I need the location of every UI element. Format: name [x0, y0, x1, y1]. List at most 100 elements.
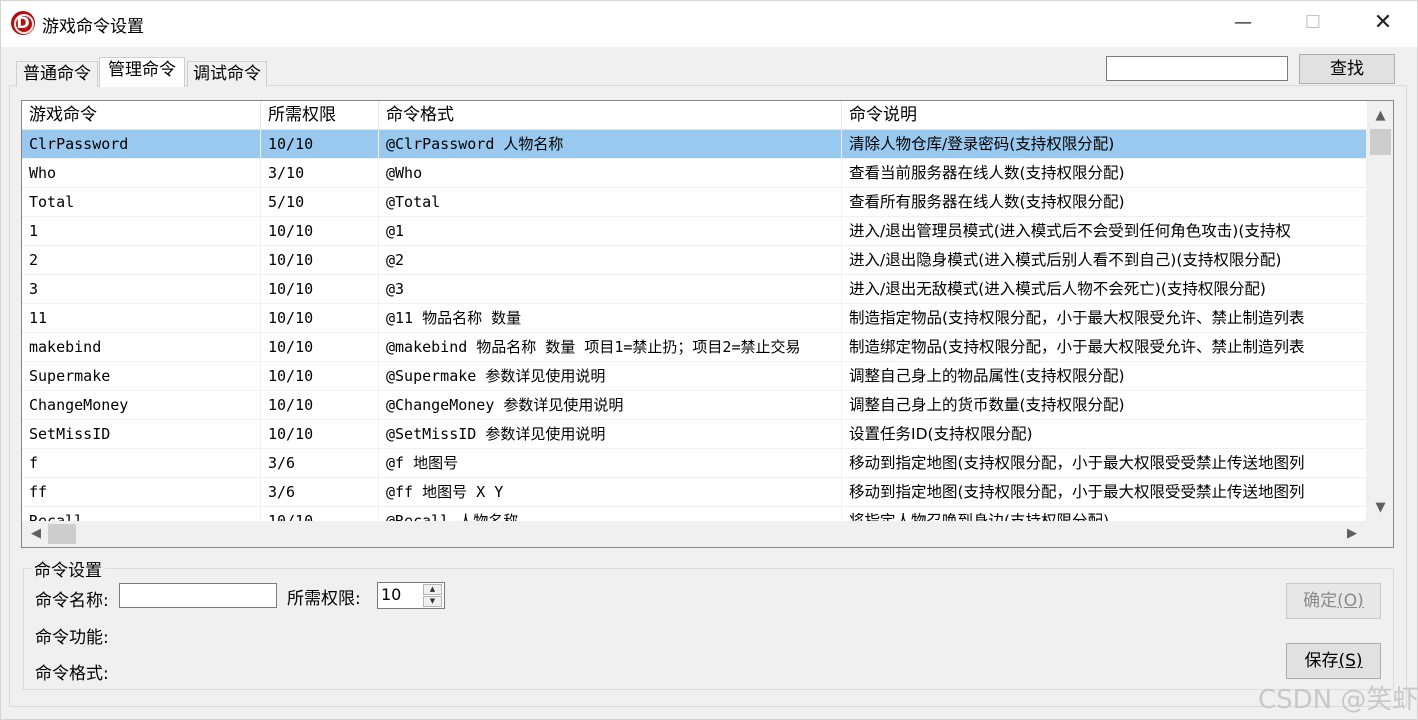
cell-permission: 10/10	[261, 507, 379, 521]
table-row[interactable]: 3 10/10 @3 进入/退出无敌模式(进入模式后人物不会死亡)(支持权限分配)	[22, 275, 1367, 304]
cell-permission: 3/6	[261, 478, 379, 506]
ok-button[interactable]: 确定(O)	[1286, 583, 1381, 619]
cell-command: 2	[22, 246, 261, 274]
cell-command: Who	[22, 159, 261, 187]
column-header-command[interactable]: 游戏命令	[22, 101, 261, 130]
title-bar[interactable]: D 游戏命令设置 — ☐ ✕	[1, 1, 1417, 47]
vertical-scroll-thumb[interactable]	[1370, 129, 1391, 155]
cell-format: @f 地图号	[379, 449, 842, 477]
ok-button-label: 确定	[1303, 591, 1338, 611]
cell-permission: 10/10	[261, 420, 379, 448]
cell-permission: 10/10	[261, 362, 379, 390]
cell-command: 11	[22, 304, 261, 332]
table-row[interactable]: Supermake 10/10 @Supermake 参数详见使用说明 调整自己身上的…	[22, 362, 1367, 391]
cell-description: 移动到指定地图(支持权限分配，小于最大权限受受禁止传送地图列	[842, 449, 1367, 477]
column-header-format[interactable]: 命令格式	[379, 101, 842, 130]
tab-normal-commands[interactable]: 普通命令	[16, 61, 98, 87]
watermark: CSDN @笑虾	[1258, 685, 1418, 715]
cell-command: Recall	[22, 507, 261, 521]
column-header-permission[interactable]: 所需权限	[261, 101, 379, 130]
cell-description: 查看当前服务器在线人数(支持权限分配)	[842, 159, 1367, 187]
command-format-label: 命令格式:	[35, 664, 109, 684]
cell-permission: 5/10	[261, 188, 379, 216]
cell-format: @ff 地图号 X Y	[379, 478, 842, 506]
cell-command: Total	[22, 188, 261, 216]
permission-value[interactable]: 10	[381, 585, 401, 604]
cell-format: @2	[379, 246, 842, 274]
command-name-label: 命令名称:	[35, 591, 109, 611]
save-hotkey: (S)	[1338, 651, 1363, 671]
ok-hotkey: (O)	[1337, 591, 1364, 611]
cell-description: 制造绑定物品(支持权限分配，小于最大权限受允许、禁止制造列表	[842, 333, 1367, 361]
cell-format: @11 物品名称 数量	[379, 304, 842, 332]
close-button[interactable]: ✕	[1348, 1, 1418, 47]
cell-description: 进入/退出管理员模式(进入模式后不会受到任何角色攻击)(支持权	[842, 217, 1367, 245]
permission-spinner[interactable]: 10 ▲ ▼	[377, 582, 445, 609]
table-body: ClrPassword 10/10 @ClrPassword 人物名称 清除人物仓库/…	[22, 130, 1367, 521]
vertical-scrollbar[interactable]: ▲ ▼	[1367, 101, 1393, 521]
command-function-label: 命令功能:	[35, 628, 109, 648]
cell-description: 清除人物仓库/登录密码(支持权限分配)	[842, 130, 1367, 158]
table-row[interactable]: 1 10/10 @1 进入/退出管理员模式(进入模式后不会受到任何角色攻击)(支持权	[22, 217, 1367, 246]
cell-format: @3	[379, 275, 842, 303]
cell-command: f	[22, 449, 261, 477]
scroll-up-icon[interactable]: ▲	[1367, 105, 1393, 127]
cell-description: 移动到指定地图(支持权限分配，小于最大权限受受禁止传送地图列	[842, 478, 1367, 506]
cell-description: 进入/退出隐身模式(进入模式后别人看不到自己)(支持权限分配)	[842, 246, 1367, 274]
cell-format: @Supermake 参数详见使用说明	[379, 362, 842, 390]
maximize-button[interactable]: ☐	[1278, 1, 1348, 47]
table-row[interactable]: Recall 10/10 @Recall 人物名称 将指定人物召唤到身边(支持权限分配…	[22, 507, 1367, 521]
cell-permission: 3/10	[261, 159, 379, 187]
cell-format: @1	[379, 217, 842, 245]
cell-command: 1	[22, 217, 261, 245]
table-row[interactable]: Who 3/10 @Who 查看当前服务器在线人数(支持权限分配)	[22, 159, 1367, 188]
cell-format: @SetMissID 参数详见使用说明	[379, 420, 842, 448]
search-input[interactable]	[1106, 56, 1288, 81]
tab-debug-commands[interactable]: 调试命令	[187, 61, 267, 87]
spin-up-icon[interactable]: ▲	[423, 584, 442, 595]
cell-command: makebind	[22, 333, 261, 361]
cell-format: @Total	[379, 188, 842, 216]
table-row[interactable]: SetMissID 10/10 @SetMissID 参数详见使用说明 设置任务ID(…	[22, 420, 1367, 449]
spin-down-icon[interactable]: ▼	[423, 596, 442, 607]
table-row[interactable]: f 3/6 @f 地图号 移动到指定地图(支持权限分配，小于最大权限受受禁止传送地图列	[22, 449, 1367, 478]
cell-command: ff	[22, 478, 261, 506]
table-header: 游戏命令 所需权限 命令格式 命令说明	[22, 101, 1367, 130]
cell-format: @ChangeMoney 参数详见使用说明	[379, 391, 842, 419]
table-row[interactable]: ChangeMoney 10/10 @ChangeMoney 参数详见使用说明 调整自…	[22, 391, 1367, 420]
cell-description: 进入/退出无敌模式(进入模式后人物不会死亡)(支持权限分配)	[842, 275, 1367, 303]
save-button-label: 保存	[1304, 651, 1339, 671]
cell-command: SetMissID	[22, 420, 261, 448]
window-title: 游戏命令设置	[42, 17, 144, 37]
horizontal-scroll-thumb[interactable]	[48, 524, 76, 544]
table-row[interactable]: 2 10/10 @2 进入/退出隐身模式(进入模式后别人看不到自己)(支持权限分配)	[22, 246, 1367, 275]
save-button[interactable]: 保存(S)	[1286, 643, 1381, 679]
table-row[interactable]: ff 3/6 @ff 地图号 X Y 移动到指定地图(支持权限分配，小于最大权限受受禁…	[22, 478, 1367, 507]
permission-label: 所需权限:	[287, 589, 361, 609]
table-row[interactable]: 11 10/10 @11 物品名称 数量 制造指定物品(支持权限分配，小于最大权限受允…	[22, 304, 1367, 333]
cell-command: Supermake	[22, 362, 261, 390]
command-name-input[interactable]	[119, 583, 277, 608]
table-row[interactable]: ClrPassword 10/10 @ClrPassword 人物名称 清除人物仓库/…	[22, 130, 1367, 159]
scroll-down-icon[interactable]: ▼	[1367, 497, 1393, 519]
column-header-description[interactable]: 命令说明	[842, 101, 1367, 130]
cell-format: @Who	[379, 159, 842, 187]
group-title: 命令设置	[31, 556, 105, 581]
minimize-button[interactable]: —	[1208, 1, 1278, 47]
cell-permission: 10/10	[261, 217, 379, 245]
table-row[interactable]: Total 5/10 @Total 查看所有服务器在线人数(支持权限分配)	[22, 188, 1367, 217]
cell-permission: 10/10	[261, 333, 379, 361]
command-table: 游戏命令 所需权限 命令格式 命令说明 ClrPassword 10/10 @Clr…	[21, 100, 1394, 548]
cell-description: 查看所有服务器在线人数(支持权限分配)	[842, 188, 1367, 216]
cell-command: ChangeMoney	[22, 391, 261, 419]
scrollbar-corner	[1367, 521, 1393, 547]
table-row[interactable]: makebind 10/10 @makebind 物品名称 数量 项目1=禁止扔；项…	[22, 333, 1367, 362]
find-button[interactable]: 查找	[1299, 54, 1395, 84]
tab-admin-commands[interactable]: 管理命令	[99, 57, 185, 87]
scroll-right-icon[interactable]: ▶	[1340, 521, 1364, 547]
scroll-left-icon[interactable]: ◀	[24, 521, 48, 547]
cell-command: ClrPassword	[22, 130, 261, 158]
horizontal-scrollbar[interactable]: ◀ ▶	[22, 521, 1367, 547]
cell-permission: 10/10	[261, 304, 379, 332]
main-window: D 游戏命令设置 — ☐ ✕ 普通命令 管理命令 调试命令 查找 游戏命令 所需…	[0, 0, 1418, 720]
